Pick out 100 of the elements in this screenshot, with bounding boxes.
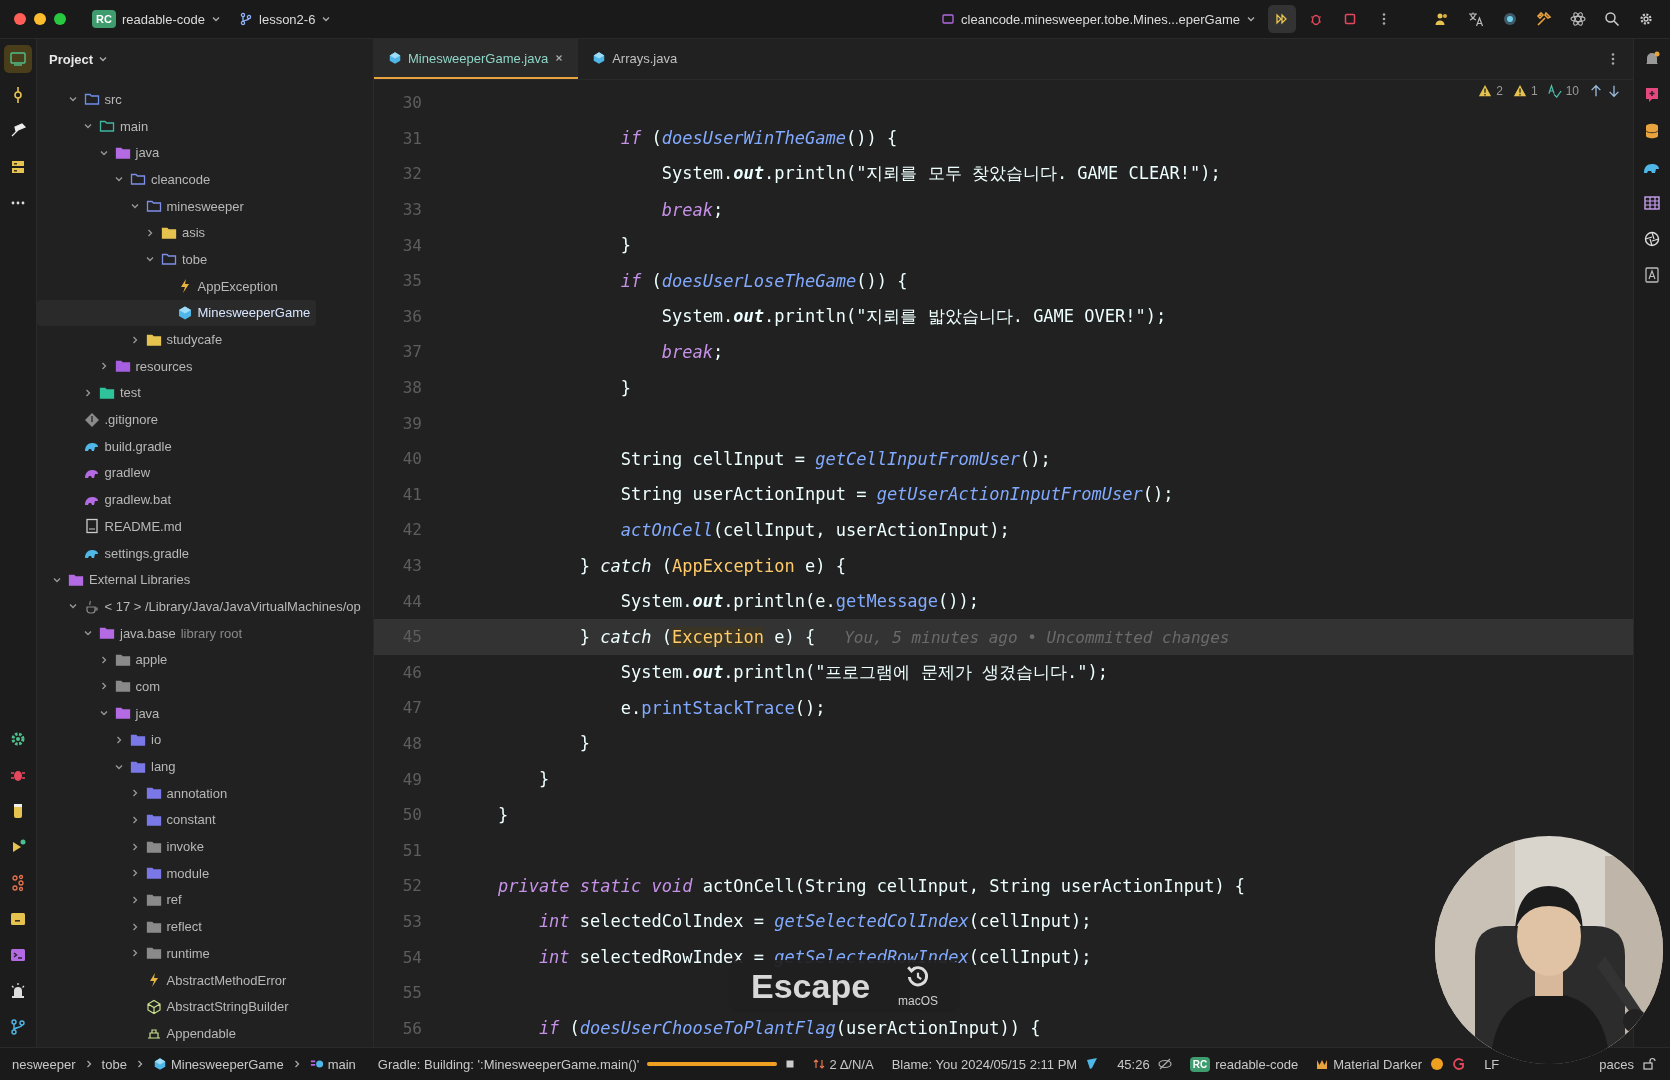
tree-item[interactable]: apple: [37, 646, 287, 674]
line-number: 56: [401, 1018, 422, 1038]
warning-count[interactable]: 2: [1496, 84, 1503, 98]
code-token: if: [537, 1018, 560, 1039]
run-configuration[interactable]: cleancode.minesweeper.tobe.Mines...eperGame: [935, 7, 1262, 31]
code-token: System.: [619, 661, 693, 682]
eye-slash-icon[interactable]: [1157, 1057, 1172, 1071]
tree-item[interactable]: settings.gradle: [37, 539, 287, 567]
tree-item[interactable]: AbstractStringBuilder: [37, 993, 295, 1021]
tree-item[interactable]: AppException: [37, 272, 287, 300]
code-token: e) {: [804, 555, 846, 576]
tree-item[interactable]: README.md: [37, 513, 287, 540]
arrow-down-icon[interactable]: [1607, 84, 1621, 98]
tree-item[interactable]: java: [37, 699, 287, 727]
tree-item[interactable]: src: [37, 86, 287, 113]
breadcrumb[interactable]: nesweeper: [12, 1056, 76, 1072]
tree-item[interactable]: MinesweeperGame: [37, 299, 317, 327]
code-token: System.: [619, 591, 693, 612]
tree-item[interactable]: io: [37, 726, 287, 754]
lock-icon[interactable]: [1642, 1057, 1656, 1071]
tree-item[interactable]: minesweeper: [37, 192, 287, 220]
tree-item[interactable]: lang: [37, 753, 287, 780]
blame-info[interactable]: Blame: You 2024/05/15 2:11 PM: [891, 1056, 1078, 1072]
tree-item[interactable]: java.base library root: [37, 619, 287, 647]
tree-item[interactable]: tobe: [37, 246, 287, 273]
editor-tab[interactable]: Arrays.java: [578, 39, 692, 79]
stop-icon[interactable]: [784, 1059, 795, 1069]
tree-item[interactable]: test: [37, 379, 287, 407]
line-separator[interactable]: LF: [1484, 1056, 1500, 1072]
tree-item[interactable]: < 17 > /Library/Java/JavaVirtualMachines/op: [37, 593, 367, 620]
cursor-position[interactable]: 45:26: [1117, 1056, 1150, 1072]
tree-item[interactable]: AbstractMethodError: [37, 966, 293, 994]
project-indicator[interactable]: RC readable-code: [1189, 1056, 1299, 1072]
minimize-window-icon[interactable]: [34, 13, 46, 25]
code-token: if: [619, 270, 642, 291]
project-switcher[interactable]: RC readable-code: [86, 6, 227, 32]
code-token: }: [619, 377, 631, 398]
close-window-icon[interactable]: [14, 13, 26, 25]
code-token: }: [619, 235, 631, 256]
tree-item[interactable]: ref: [37, 886, 287, 914]
arrow-up-icon[interactable]: [1589, 84, 1603, 98]
code-token: }: [578, 555, 592, 576]
tree-item[interactable]: External Libraries: [37, 566, 287, 594]
tree-item[interactable]: gradlew: [37, 459, 287, 487]
code-token: (: [660, 555, 672, 576]
rerun-icon[interactable]: [1268, 5, 1296, 33]
line-number: 35: [401, 271, 422, 291]
tree-item[interactable]: constant: [37, 806, 287, 834]
status-dot-icon[interactable]: [1430, 1057, 1445, 1071]
code-token: selectedRowIndex =: [578, 947, 766, 968]
chevron-right-icon[interactable]: [145, 227, 155, 238]
tree-item[interactable]: runtime: [37, 940, 287, 967]
typo-count[interactable]: 10: [1565, 84, 1579, 98]
tree-label: java.base: [120, 625, 176, 641]
code-token: (userActionInput)) {: [835, 1018, 1041, 1039]
tree-item[interactable]: .gitignore: [37, 406, 287, 433]
g-letter-icon[interactable]: [1452, 1057, 1467, 1071]
chevron-right-icon[interactable]: [83, 387, 93, 398]
chevron-right-icon[interactable]: [114, 734, 124, 745]
vcs-changes[interactable]: 2 Δ/N/A: [812, 1056, 874, 1072]
tree-item[interactable]: build.gradle: [37, 432, 287, 460]
tab-label: Arrays.java: [612, 50, 678, 66]
line-number: 51: [401, 840, 422, 860]
tree-item[interactable]: asis: [37, 219, 287, 247]
theme-indicator[interactable]: Material Darker: [1316, 1056, 1423, 1072]
editor-tab[interactable]: MinesweeperGame.java: [374, 39, 579, 79]
class-icon: [176, 304, 193, 321]
tree-item[interactable]: studycafe: [37, 326, 287, 353]
folder-icon: [130, 171, 146, 188]
tree-item[interactable]: gradlew.bat: [37, 486, 287, 513]
code-token: catch: [600, 555, 652, 576]
tree-item[interactable]: invoke: [37, 833, 287, 860]
breadcrumb[interactable]: MinesweeperGame: [152, 1056, 284, 1072]
code-token: .println(: [764, 163, 857, 184]
tree-item[interactable]: cleancode: [37, 166, 287, 193]
tree-item[interactable]: resources: [37, 352, 287, 380]
tree-item[interactable]: Appendable: [37, 1020, 287, 1047]
code-token: System.: [660, 163, 734, 184]
code-token: );: [1087, 661, 1108, 682]
line-number: 30: [401, 93, 422, 113]
breadcrumb[interactable]: main: [309, 1056, 356, 1072]
close-icon[interactable]: [554, 53, 565, 63]
indent-setting[interactable]: paces: [1599, 1056, 1634, 1072]
tree-item[interactable]: module: [37, 859, 287, 887]
project-view-icon[interactable]: [4, 45, 32, 73]
tree-label: README.md: [104, 518, 182, 534]
tree-item[interactable]: main: [37, 112, 287, 140]
project-view-title[interactable]: Project: [37, 39, 373, 79]
breadcrumb[interactable]: tobe: [101, 1056, 127, 1072]
weak-warning-count[interactable]: 1: [1530, 84, 1538, 98]
line-number: 31: [401, 128, 422, 148]
branch-switcher[interactable]: lesson2-6: [233, 7, 338, 31]
folder-icon: [145, 785, 162, 802]
tree-item[interactable]: annotation: [37, 779, 287, 807]
line-number: 53: [401, 911, 422, 931]
tree-item[interactable]: reflect: [37, 913, 287, 940]
tree-item[interactable]: com: [37, 673, 287, 700]
folder-icon: [145, 198, 162, 215]
zoom-window-icon[interactable]: [54, 13, 66, 25]
tree-item[interactable]: java: [37, 139, 287, 167]
